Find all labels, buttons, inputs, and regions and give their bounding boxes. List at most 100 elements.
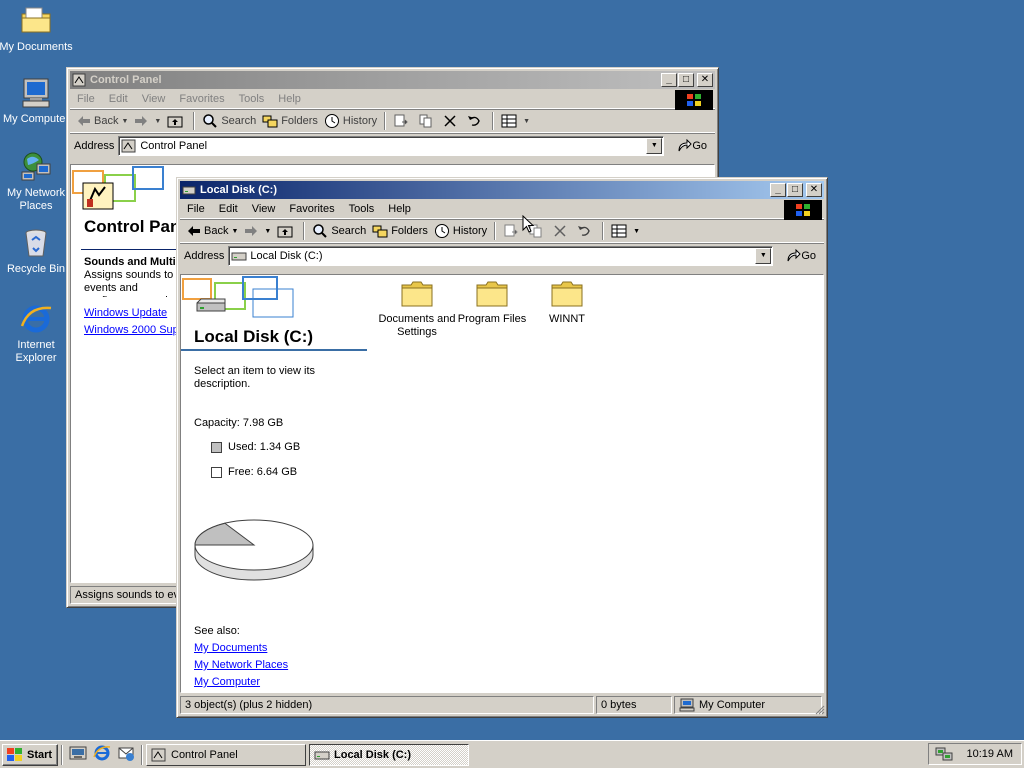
quick-launch-show-desktop[interactable] (69, 745, 87, 764)
go-arrow-icon (678, 138, 693, 151)
history-button[interactable]: History (431, 221, 490, 241)
folder-icon (551, 281, 583, 307)
go-button[interactable]: Go (672, 138, 711, 153)
link-my-network-places[interactable]: My Network Places (194, 659, 288, 671)
taskbar-button-local-disk[interactable]: Local Disk (C:) (309, 743, 469, 766)
close-button[interactable]: ✕ (806, 183, 822, 197)
close-button[interactable]: ✕ (697, 73, 713, 87)
up-folder-button[interactable] (274, 222, 299, 240)
menu-tools[interactable]: Tools (232, 91, 272, 107)
control-panel-titlebar[interactable]: Control Panel _ □ ✕ (70, 71, 715, 89)
desktop-icon-my-computer[interactable]: My Computer (0, 76, 74, 126)
control-panel-icon (151, 748, 166, 761)
menu-help[interactable]: Help (271, 91, 308, 107)
clock[interactable]: 10:19 AM (967, 748, 1013, 760)
move-to-button[interactable] (390, 111, 415, 131)
free-swatch (211, 466, 222, 478)
desktop-icon-internet-explorer[interactable]: Internet Explorer (0, 302, 74, 365)
disk-usage-pie-chart (194, 519, 314, 581)
status-zone: My Computer (674, 696, 822, 714)
views-button[interactable]: ▼ (498, 112, 533, 130)
drive-icon (231, 249, 247, 263)
menu-edit[interactable]: Edit (212, 201, 245, 217)
up-folder-button[interactable] (164, 112, 189, 130)
maximize-button[interactable]: □ (787, 183, 803, 197)
link-my-computer[interactable]: My Computer (194, 676, 260, 688)
window-title: Control Panel (90, 74, 162, 86)
copy-to-icon (419, 114, 432, 128)
menu-favorites[interactable]: Favorites (172, 91, 231, 107)
move-to-icon (504, 224, 518, 237)
views-button[interactable]: ▼ (608, 222, 643, 240)
drive-icon (314, 751, 330, 759)
undo-button[interactable] (463, 112, 488, 130)
taskbar-button-control-panel[interactable]: Control Panel (146, 743, 306, 766)
address-input[interactable]: Local Disk (C:) ▼ (228, 245, 774, 266)
folder-program-files[interactable]: Program Files (452, 279, 532, 326)
internet-explorer-icon (19, 302, 53, 336)
quick-launch-outlook-express[interactable] (117, 744, 135, 765)
local-disk-titlebar[interactable]: Local Disk (C:) _ □ ✕ (180, 181, 824, 199)
desktop-icon-my-documents[interactable]: My Documents (0, 4, 74, 54)
desktop-icon-recycle-bin[interactable]: Recycle Bin (0, 226, 74, 276)
address-value: Local Disk (C:) (250, 249, 323, 262)
resize-grip-icon[interactable] (813, 703, 825, 715)
menu-view[interactable]: View (245, 201, 283, 217)
delete-button[interactable] (440, 112, 463, 130)
folder-winnt[interactable]: WINNT (527, 279, 607, 326)
search-button[interactable]: Search (309, 221, 369, 241)
back-button[interactable]: Back ▼ (184, 223, 241, 239)
local-disk-menubar: File Edit View Favorites Tools Help (180, 199, 824, 220)
folders-button[interactable]: Folders (259, 112, 321, 130)
menu-file[interactable]: File (180, 201, 212, 217)
delete-icon (444, 115, 456, 127)
folder-icon (401, 281, 433, 307)
drive-large-icon (195, 297, 227, 318)
back-button[interactable]: Back ▼ (74, 113, 131, 129)
address-label: Address (74, 139, 115, 152)
go-arrow-icon (787, 248, 802, 261)
search-button[interactable]: Search (199, 111, 259, 131)
menu-tools[interactable]: Tools (342, 201, 382, 217)
folder-documents-and-settings[interactable]: Documents and Settings (377, 279, 457, 339)
menu-view[interactable]: View (135, 91, 173, 107)
link-windows-update[interactable]: Windows Update (84, 307, 180, 319)
link-windows-2000-support[interactable]: Windows 2000 Support (84, 324, 180, 336)
desktop-icon-label: My Network Places (6, 187, 66, 212)
menu-favorites[interactable]: Favorites (282, 201, 341, 217)
local-disk-addressbar: Address Local Disk (C:) ▼ Go (180, 243, 824, 267)
copy-to-button[interactable] (415, 111, 440, 131)
toolbar-separator (602, 222, 605, 240)
address-input[interactable]: Control Panel ▼ (118, 135, 665, 156)
network-tray-icon[interactable] (935, 746, 953, 762)
windows-logo-icon (784, 200, 822, 220)
minimize-button[interactable]: _ (770, 183, 786, 197)
history-button[interactable]: History (321, 111, 380, 131)
up-folder-icon (167, 116, 183, 128)
folders-button[interactable]: Folders (369, 222, 431, 240)
undo-button[interactable] (573, 222, 598, 240)
control-panel-menubar: File Edit View Favorites Tools Help (70, 89, 715, 110)
minimize-button[interactable]: _ (661, 73, 677, 87)
forward-button[interactable]: ▼ (131, 113, 164, 129)
status-size: 0 bytes (596, 696, 672, 714)
forward-button[interactable]: ▼ (241, 223, 274, 239)
address-label: Address (184, 249, 225, 262)
maximize-button[interactable]: □ (678, 73, 694, 87)
menu-edit[interactable]: Edit (102, 91, 135, 107)
link-my-documents[interactable]: My Documents (194, 642, 267, 654)
desktop-icon-my-network-places[interactable]: My Network Places (0, 150, 74, 213)
select-hint: Select an item to view its description. (194, 365, 316, 390)
menu-file[interactable]: File (70, 91, 102, 107)
delete-button[interactable] (550, 222, 573, 240)
local-disk-window[interactable]: Local Disk (C:) _ □ ✕ File Edit View Fav… (176, 177, 828, 718)
go-button[interactable]: Go (781, 248, 820, 263)
address-dropdown-button[interactable]: ▼ (646, 137, 663, 154)
address-dropdown-button[interactable]: ▼ (755, 247, 772, 264)
menu-help[interactable]: Help (381, 201, 418, 217)
start-button[interactable]: Start (2, 743, 58, 766)
used-text: Used: 1.34 GB (228, 441, 301, 453)
quick-launch-internet-explorer[interactable] (93, 744, 111, 765)
taskbar-separator (61, 744, 63, 765)
folder-icon (19, 4, 53, 38)
